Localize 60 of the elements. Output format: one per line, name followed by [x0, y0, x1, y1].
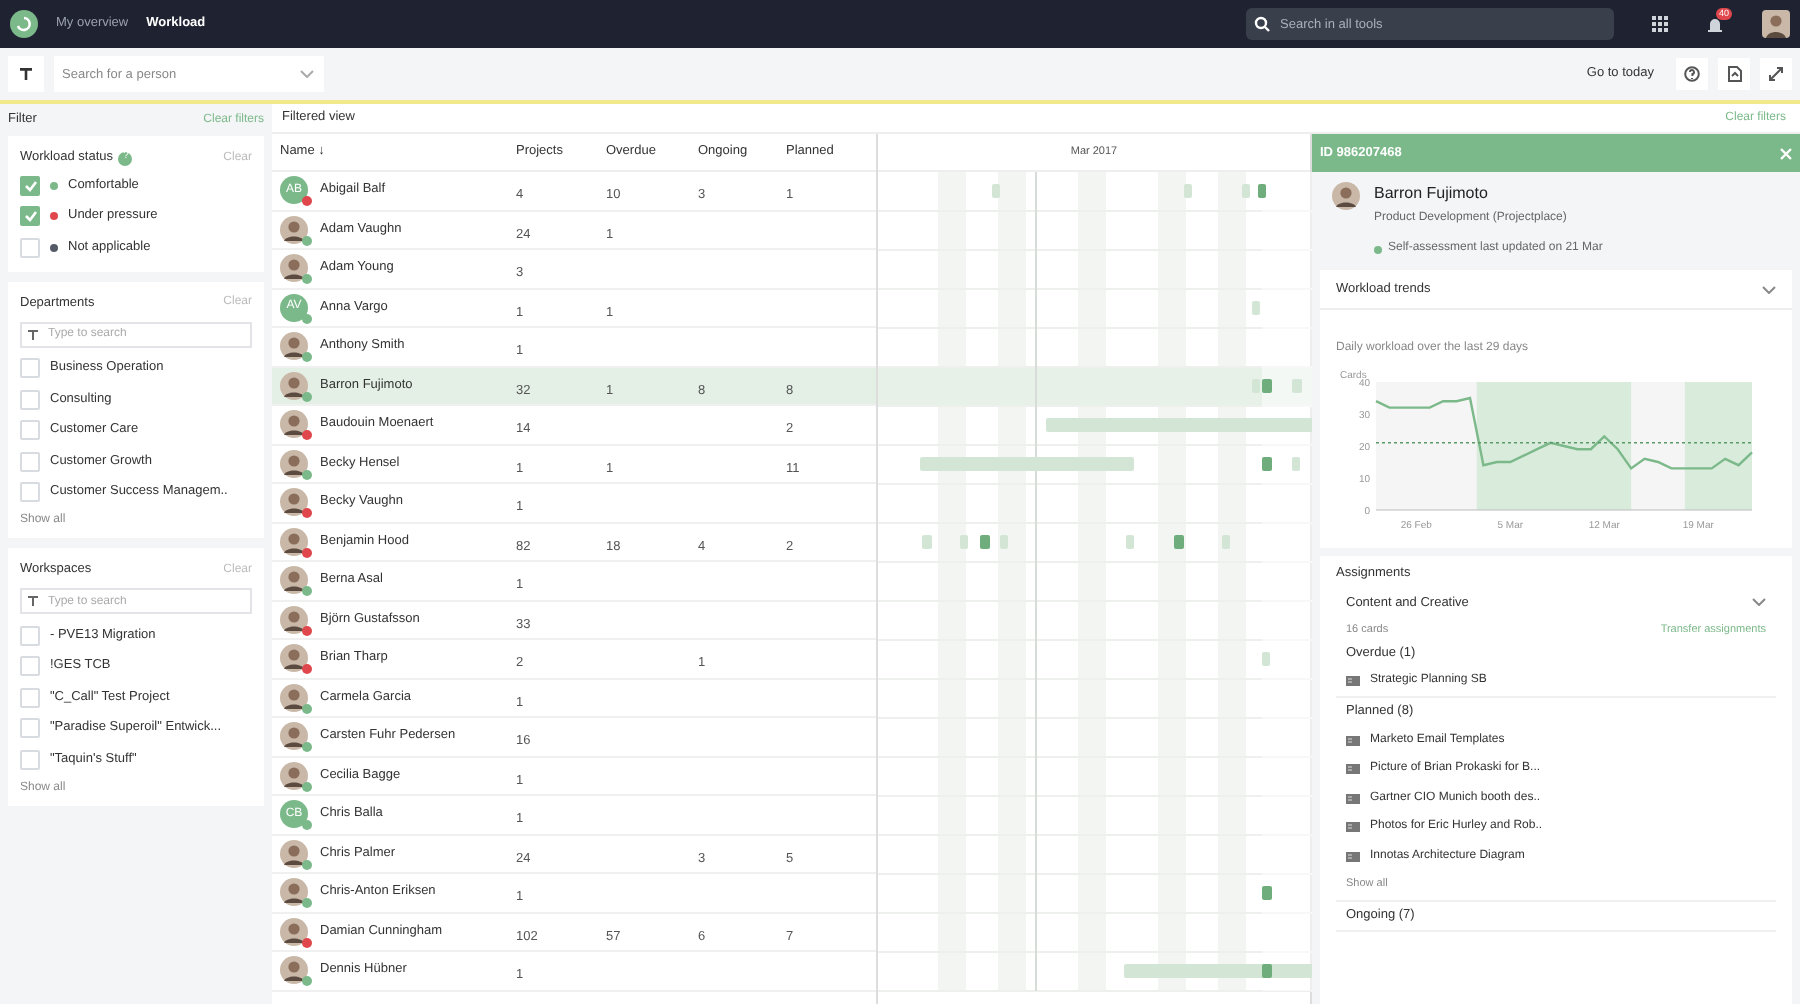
avatar-icon [280, 527, 308, 556]
checkbox[interactable] [20, 687, 40, 708]
avatar-icon [280, 488, 308, 517]
document-icon [1727, 66, 1741, 82]
card-icon [1346, 822, 1360, 833]
bell-icon[interactable] [1706, 15, 1724, 33]
help-button[interactable] [1676, 58, 1708, 90]
avatar-icon [280, 371, 308, 400]
person-name: Barron Fujimoto [1374, 182, 1490, 206]
text-filter-icon [20, 68, 32, 80]
checkbox[interactable] [20, 451, 40, 472]
avatar-icon [280, 722, 308, 751]
avatar-icon [280, 605, 308, 634]
avatar-icon [280, 254, 308, 283]
checkbox[interactable] [20, 420, 40, 441]
expand-icon [1768, 66, 1784, 82]
expand-button[interactable] [1760, 58, 1792, 90]
card-icon [1346, 676, 1360, 687]
export-button[interactable] [1718, 58, 1750, 90]
text-filter-icon [28, 596, 38, 606]
avatar-icon [280, 761, 308, 790]
user-avatar-icon[interactable] [1762, 10, 1790, 38]
avatar-icon [280, 644, 308, 673]
avatar-icon [280, 332, 308, 361]
checkbox[interactable] [20, 389, 40, 410]
avatar-icon [280, 917, 308, 946]
avatar-icon [280, 410, 308, 439]
apps-grid-icon[interactable] [1652, 16, 1668, 32]
checkbox[interactable] [20, 482, 40, 503]
checkbox[interactable] [20, 625, 40, 646]
avatar-icon [280, 566, 308, 595]
card-icon [1346, 764, 1360, 775]
text-filter-button[interactable] [8, 56, 44, 92]
close-icon[interactable] [1780, 147, 1792, 159]
help-icon [1684, 66, 1700, 82]
avatar-icon [280, 956, 308, 985]
checkbox[interactable] [20, 206, 40, 227]
checkbox[interactable] [20, 718, 40, 739]
avatar-icon [280, 839, 308, 868]
avatar-icon [280, 878, 308, 907]
chevron-down-icon [300, 70, 314, 78]
avatar-icon [1332, 182, 1360, 210]
card-icon [1346, 735, 1360, 746]
check-icon [23, 210, 37, 223]
text-filter-icon [28, 329, 38, 339]
search-icon [1254, 16, 1272, 32]
avatar-icon [280, 449, 308, 478]
avatar-icon [280, 215, 308, 244]
chevron-down-icon[interactable] [1762, 285, 1776, 294]
checkbox[interactable] [20, 175, 40, 196]
avatar-icon [280, 683, 308, 712]
card-icon [1346, 851, 1360, 862]
checkbox[interactable] [20, 358, 40, 379]
check-icon [23, 179, 37, 192]
card-icon [1346, 793, 1360, 804]
chevron-down-icon[interactable] [1752, 598, 1766, 607]
checkbox[interactable] [20, 656, 40, 677]
checkbox[interactable] [20, 237, 40, 258]
logo-icon [10, 10, 38, 38]
checkbox[interactable] [20, 749, 40, 770]
